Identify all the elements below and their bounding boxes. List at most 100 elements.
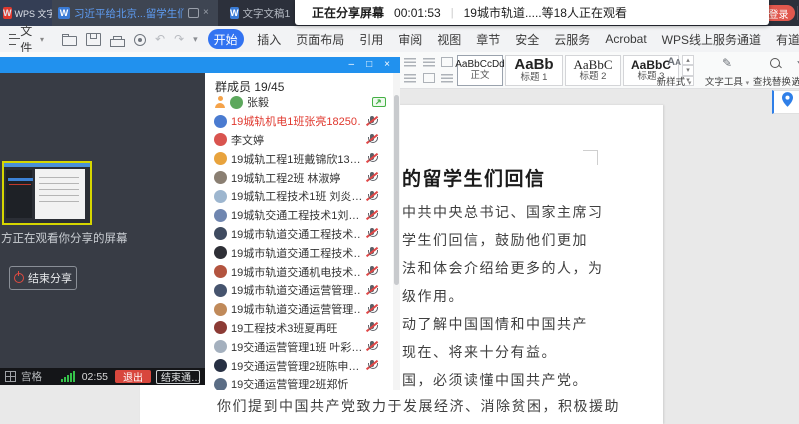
sharing-status-toast[interactable]: 正在分享屏幕 00:01:53 | 19城市轨道.....等18人正在观看 — [295, 0, 769, 25]
customize-toolbar-icon[interactable]: ▾ — [193, 35, 198, 44]
sort-icon[interactable] — [404, 58, 416, 67]
shading-icon[interactable] — [404, 74, 416, 83]
save-icon[interactable] — [86, 33, 101, 46]
style-heading2[interactable]: AaBbC 标题 2 — [565, 55, 621, 86]
tab-page-layout[interactable]: 页面布局 — [289, 31, 352, 48]
tab-acrobat[interactable]: Acrobat — [598, 32, 654, 46]
tab-insert[interactable]: 插入 — [250, 31, 289, 48]
mic-muted-icon — [365, 152, 393, 165]
magnifier-icon — [770, 56, 780, 69]
thumbnail-page — [35, 169, 85, 219]
member-row[interactable]: 19交通运营管理1班 叶彩… — [205, 337, 393, 356]
member-row[interactable]: 张毅 — [205, 93, 393, 112]
location-pin-icon — [782, 92, 793, 112]
minimize-icon[interactable]: – — [349, 60, 355, 70]
toast-divider: | — [451, 7, 454, 19]
end-call-button[interactable]: 结束通… — [156, 370, 200, 384]
tab-cloud[interactable]: 云服务 — [547, 31, 598, 48]
share-preview-thumbnail[interactable] — [2, 161, 92, 225]
tab-wps-service[interactable]: WPS线上服务通道 — [654, 31, 768, 48]
document-tab-inactive[interactable]: W 文字文稿1 — [224, 0, 294, 26]
member-row[interactable]: 19城市轨道交通运营管理… — [205, 300, 393, 319]
table-borders-icon[interactable] — [423, 73, 435, 83]
member-row[interactable]: 19工程技术3班夏再旺 — [205, 319, 393, 338]
menubar: 文件 ▾ ↶ ↷ ▾ 开始 插入 页面布局 引用 审阅 视图 章节 安全 云服务… — [0, 26, 799, 53]
mic-muted-icon — [365, 359, 393, 372]
undo-icon[interactable]: ↶ — [155, 33, 165, 45]
tab-home[interactable]: 开始 — [208, 29, 244, 49]
grid-layout-label[interactable]: 宫格 — [21, 369, 42, 384]
mic-muted-icon — [365, 133, 393, 146]
document-tab-active[interactable]: W 习近平给北京...留学生们回信 × — [52, 0, 218, 26]
mic-muted-icon — [365, 265, 393, 278]
close-icon[interactable]: × — [384, 60, 390, 70]
mic-muted-icon — [365, 340, 393, 353]
signal-strength-icon — [61, 371, 75, 382]
member-row[interactable]: 19城轨工程2班 林淑婷 — [205, 168, 393, 187]
app-name: WPS 文字 — [15, 7, 56, 20]
member-row[interactable]: 19城市轨道交通工程技术… — [205, 225, 393, 244]
print-icon[interactable] — [110, 39, 125, 47]
avatar — [214, 227, 227, 240]
avatar — [214, 303, 227, 316]
redo-icon[interactable]: ↷ — [174, 33, 184, 45]
member-row[interactable]: 19城市轨道交通运营管理… — [205, 281, 393, 300]
print-preview-icon[interactable] — [134, 34, 146, 46]
new-style-button[interactable]: AA 新样式 ▾ — [652, 54, 696, 90]
sharing-status-text: 正在分享屏幕 — [312, 4, 384, 21]
tab-youdao-translate[interactable]: 有道翻译 — [769, 31, 799, 48]
tab-references[interactable]: 引用 — [352, 31, 391, 48]
member-row[interactable]: 李文婷 — [205, 131, 393, 150]
pushpin-icon[interactable] — [188, 8, 199, 18]
mic-muted-icon — [365, 246, 393, 259]
quick-access-toolbar: ↶ ↷ ▾ — [54, 33, 206, 46]
tab-security[interactable]: 安全 — [508, 31, 547, 48]
maximize-icon[interactable]: □ — [366, 60, 372, 70]
avatar — [214, 378, 227, 390]
wps-doc-icon: W — [230, 7, 239, 19]
tab-section[interactable]: 章节 — [469, 31, 508, 48]
member-list-panel: 群成员 19/45 张毅 19城轨机电1班张亮18250… 李文婷 — [205, 73, 400, 390]
member-row[interactable]: 19城轨工程技术1班 刘炎… — [205, 187, 393, 206]
document-tab-title: 习近平给北京...留学生们回信 — [74, 6, 184, 21]
member-row[interactable]: 19交通运营管理2班陈申… — [205, 356, 393, 375]
tab-view[interactable]: 视图 — [430, 31, 469, 48]
avatar — [214, 115, 227, 128]
close-tab-icon[interactable]: × — [203, 8, 209, 18]
share-window-titlebar[interactable]: – □ × — [0, 57, 400, 73]
grid-layout-icon[interactable] — [5, 371, 16, 382]
select-button[interactable]: 选择 — [786, 54, 799, 90]
show-marks-icon[interactable] — [441, 74, 453, 83]
margin-corner-mark — [583, 150, 598, 165]
member-row[interactable]: 19城轨工程1班戴锦欣13… — [205, 149, 393, 168]
mic-muted-icon — [365, 115, 393, 128]
mic-muted-icon — [365, 171, 393, 184]
thumbnail-titlebar — [4, 163, 90, 167]
exit-button[interactable]: 退出 — [115, 370, 151, 383]
call-bottom-bar: 宫格 02:55 退出 结束通… — [0, 368, 205, 385]
borders-icon[interactable] — [441, 57, 453, 67]
avatar — [214, 152, 227, 165]
file-menu[interactable]: 文件 ▾ — [0, 22, 54, 56]
text-tools-button[interactable]: ✎ 文字工具 ▾ — [704, 54, 750, 90]
file-menu-label: 文件 — [20, 22, 36, 56]
mic-muted-icon — [365, 321, 393, 334]
member-row[interactable]: 19城市轨道交通机电技术… — [205, 262, 393, 281]
style-heading1[interactable]: AaBb 标题 1 — [505, 55, 563, 86]
member-row[interactable]: 19城市轨道交通工程技术… — [205, 243, 393, 262]
tab-review[interactable]: 审阅 — [391, 31, 430, 48]
mic-muted-icon — [365, 209, 393, 222]
scrollbar-thumb[interactable] — [394, 95, 399, 285]
style-normal[interactable]: AaBbCcDd 正文 — [457, 55, 503, 86]
line-spacing-icon[interactable] — [423, 58, 435, 67]
open-icon[interactable] — [62, 36, 77, 46]
document-text-line: 现在、将来十分有益。 — [402, 342, 557, 362]
member-row[interactable]: 19城轨机电1班张亮18250… — [205, 112, 393, 131]
member-row[interactable]: 19交通运营管理2班郑忻 — [205, 375, 393, 390]
avatar — [214, 190, 227, 203]
location-pin-button[interactable] — [772, 90, 799, 114]
end-share-button[interactable]: 结束分享 — [9, 266, 77, 290]
document-text-line: 级作用。 — [402, 286, 464, 306]
member-row[interactable]: 19城轨交通工程技术1刘… — [205, 206, 393, 225]
share-preview-area: 方正在观看你分享的屏幕 结束分享 — [0, 73, 205, 368]
